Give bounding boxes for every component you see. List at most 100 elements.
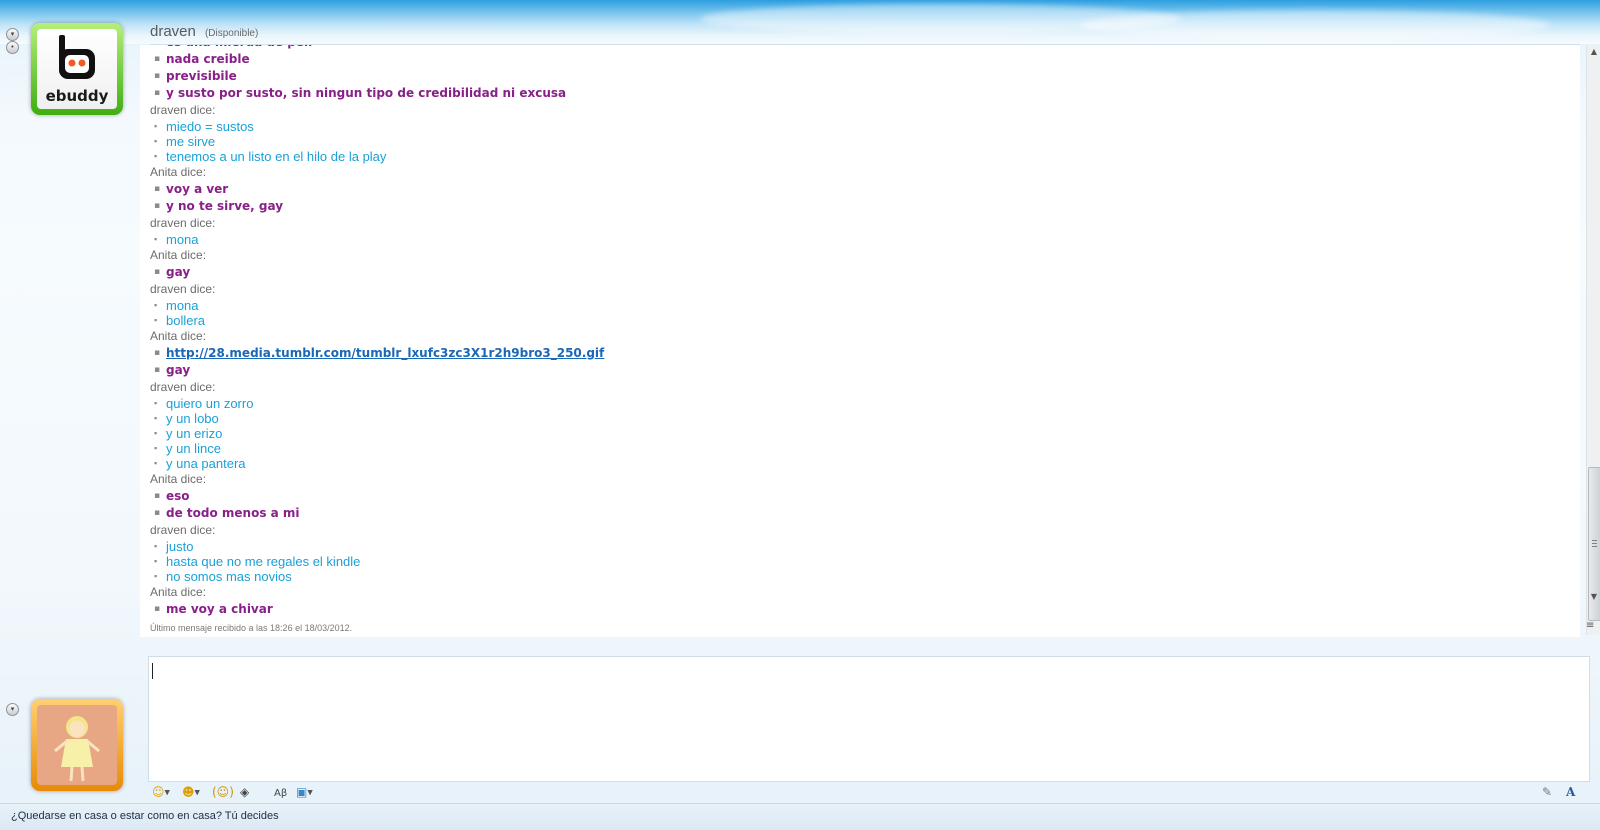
message-line: ▪ justo xyxy=(150,539,1570,554)
resize-handle-icon[interactable]: ≡ xyxy=(1586,620,1594,631)
speaker-label: Anita dice: xyxy=(150,329,207,343)
message-line: ▪ me voy a chivar xyxy=(150,601,1570,618)
bullet-icon: ▪ xyxy=(154,491,161,501)
message-text: gay xyxy=(166,265,191,279)
own-avatar-picture xyxy=(37,705,117,785)
ebuddy-logo-text: ebuddy xyxy=(46,87,109,105)
message-line: ▪ voy a ver xyxy=(150,181,1570,198)
message-line: ▪ y un lince xyxy=(150,441,1570,456)
bullet-icon: ▪ xyxy=(154,315,158,325)
message-text: y no te sirve, gay xyxy=(166,199,284,213)
chevron-down-icon: ▼ xyxy=(194,788,200,797)
speaker-label: draven dice: xyxy=(150,103,216,117)
message-line: ▪ quiero un zorro xyxy=(150,396,1570,411)
bullet-icon: ▪ xyxy=(154,121,158,131)
text-caret xyxy=(152,663,153,679)
message-line: ▪ previsibile xyxy=(150,68,1570,85)
message-line: ▪ bollera xyxy=(150,313,1570,328)
conversation-history[interactable]: ▪ es una mierda de peli ▪ nada creible ▪ prev… xyxy=(140,45,1580,637)
message-text: previsibile xyxy=(166,69,237,83)
message-line: ▪ de todo menos a mi xyxy=(150,505,1570,522)
font-button[interactable]: A xyxy=(1566,783,1575,801)
wink-button[interactable]: ☻▼ xyxy=(182,783,200,801)
speaker-label: Anita dice: xyxy=(150,585,207,599)
bullet-icon: ▪ xyxy=(154,541,158,551)
message-text: tenemos a un listo en el hilo de la play xyxy=(166,149,387,164)
contact-menu-icon[interactable]: • xyxy=(6,41,19,54)
message-line: ▪ no somos mas novios xyxy=(150,569,1570,584)
spell-check-icon: Aβ xyxy=(274,788,288,799)
message-line: ▪ nada creible xyxy=(150,51,1570,68)
girl-avatar-icon xyxy=(54,716,100,782)
voice-clip-button[interactable]: ◈ xyxy=(240,783,249,801)
last-message-info: Último mensaje recibido a las 18:26 el 1… xyxy=(150,623,353,633)
message-text: miedo = sustos xyxy=(166,119,254,134)
speaker-label: draven dice: xyxy=(150,216,216,230)
message-text: mona xyxy=(166,298,199,313)
message-text: me voy a chivar xyxy=(166,602,273,616)
message-text: gay xyxy=(166,363,191,377)
collapse-own-avatar-icon[interactable]: ▾ xyxy=(6,703,19,716)
banner-highlight xyxy=(1080,10,1550,40)
bullet-icon: ▪ xyxy=(154,571,158,581)
message-link[interactable]: ▪ http://28.media.tumblr.com/tumblr_lxufc… xyxy=(150,345,1570,362)
bullet-icon: ▪ xyxy=(154,88,161,98)
message-line: ▪ y un erizo xyxy=(150,426,1570,441)
message-text: y una pantera xyxy=(166,456,246,471)
bullet-icon: ▪ xyxy=(154,413,158,423)
message-line: ▪ hasta que no me regales el kindle xyxy=(150,554,1570,569)
chevron-down-icon: ▼ xyxy=(307,788,313,797)
message-text: justo xyxy=(166,539,194,554)
message-line: ▪ eso xyxy=(150,488,1570,505)
nudge-button[interactable]: (☺) xyxy=(212,783,234,801)
message-text: eso xyxy=(166,489,190,503)
scroll-down-icon[interactable]: ▼ xyxy=(1587,590,1600,604)
speaker-label: Anita dice: xyxy=(150,165,207,179)
font-icon: A xyxy=(1566,785,1576,799)
contact-header: draven (Disponible) xyxy=(150,21,258,40)
ebuddy-logo-icon: ebuddy xyxy=(46,35,109,105)
contact-status: (Disponible) xyxy=(204,28,259,39)
bullet-icon: ▪ xyxy=(154,136,158,146)
scroll-up-icon[interactable]: ▲ xyxy=(1587,45,1600,59)
thumb-grip xyxy=(1592,540,1597,541)
handwriting-icon: ✎ xyxy=(1542,785,1553,799)
bullet-icon: ▪ xyxy=(154,151,158,161)
bullet-icon: ▪ xyxy=(154,428,158,438)
message-text: y susto por susto, sin ningun tipo de cr… xyxy=(166,86,567,100)
message-line: ▪ miedo = sustos xyxy=(150,119,1570,134)
ad-link[interactable]: ¿Quedarse en casa o estar como en casa? … xyxy=(11,810,279,822)
contact-name: draven xyxy=(150,23,196,40)
ebuddy-logo: ebuddy xyxy=(37,29,117,109)
message-text: de todo menos a mi xyxy=(166,506,300,520)
spell-check-button[interactable]: Aβ xyxy=(274,783,287,801)
bullet-icon: ▪ xyxy=(154,508,161,518)
bullet-icon: ▪ xyxy=(154,556,158,566)
bullet-icon: ▪ xyxy=(154,267,161,277)
input-toolbar: ☺▼ ☻▼ (☺) ◈ Aβ ▣▼ ✎ A xyxy=(148,781,1588,803)
handwriting-button[interactable]: ✎ xyxy=(1542,783,1552,801)
message-line: ▪ mona xyxy=(150,232,1570,247)
message-line: ▪ mona xyxy=(150,298,1570,313)
bullet-icon: ▪ xyxy=(154,604,161,614)
contact-avatar[interactable]: ebuddy xyxy=(31,23,123,115)
bullet-icon: ▪ xyxy=(154,458,158,468)
message-text[interactable]: http://28.media.tumblr.com/tumblr_lxufc3… xyxy=(166,346,604,360)
bullet-icon: ▪ xyxy=(154,398,158,408)
own-avatar[interactable] xyxy=(31,699,123,791)
message-text: voy a ver xyxy=(166,182,229,196)
conversation-scrollbar[interactable]: ▲ ▼ xyxy=(1586,45,1600,635)
speaker-label: draven dice: xyxy=(150,523,216,537)
emoticon-button[interactable]: ☺▼ xyxy=(152,783,170,801)
background-button[interactable]: ▣▼ xyxy=(296,783,313,801)
bullet-icon: ▪ xyxy=(154,54,161,64)
message-input[interactable] xyxy=(148,656,1590,782)
bullet-icon: ▪ xyxy=(154,443,158,453)
collapse-icon[interactable]: ▾ xyxy=(6,28,19,41)
speaker-label: Anita dice: xyxy=(150,472,207,486)
message-list: ▪ es una mierda de peli ▪ nada creible ▪ prev… xyxy=(150,45,1570,618)
speaker-label: draven dice: xyxy=(150,380,216,394)
bullet-icon: ▪ xyxy=(154,365,161,375)
message-text: mona xyxy=(166,232,199,247)
message-text: nada creible xyxy=(166,52,250,66)
